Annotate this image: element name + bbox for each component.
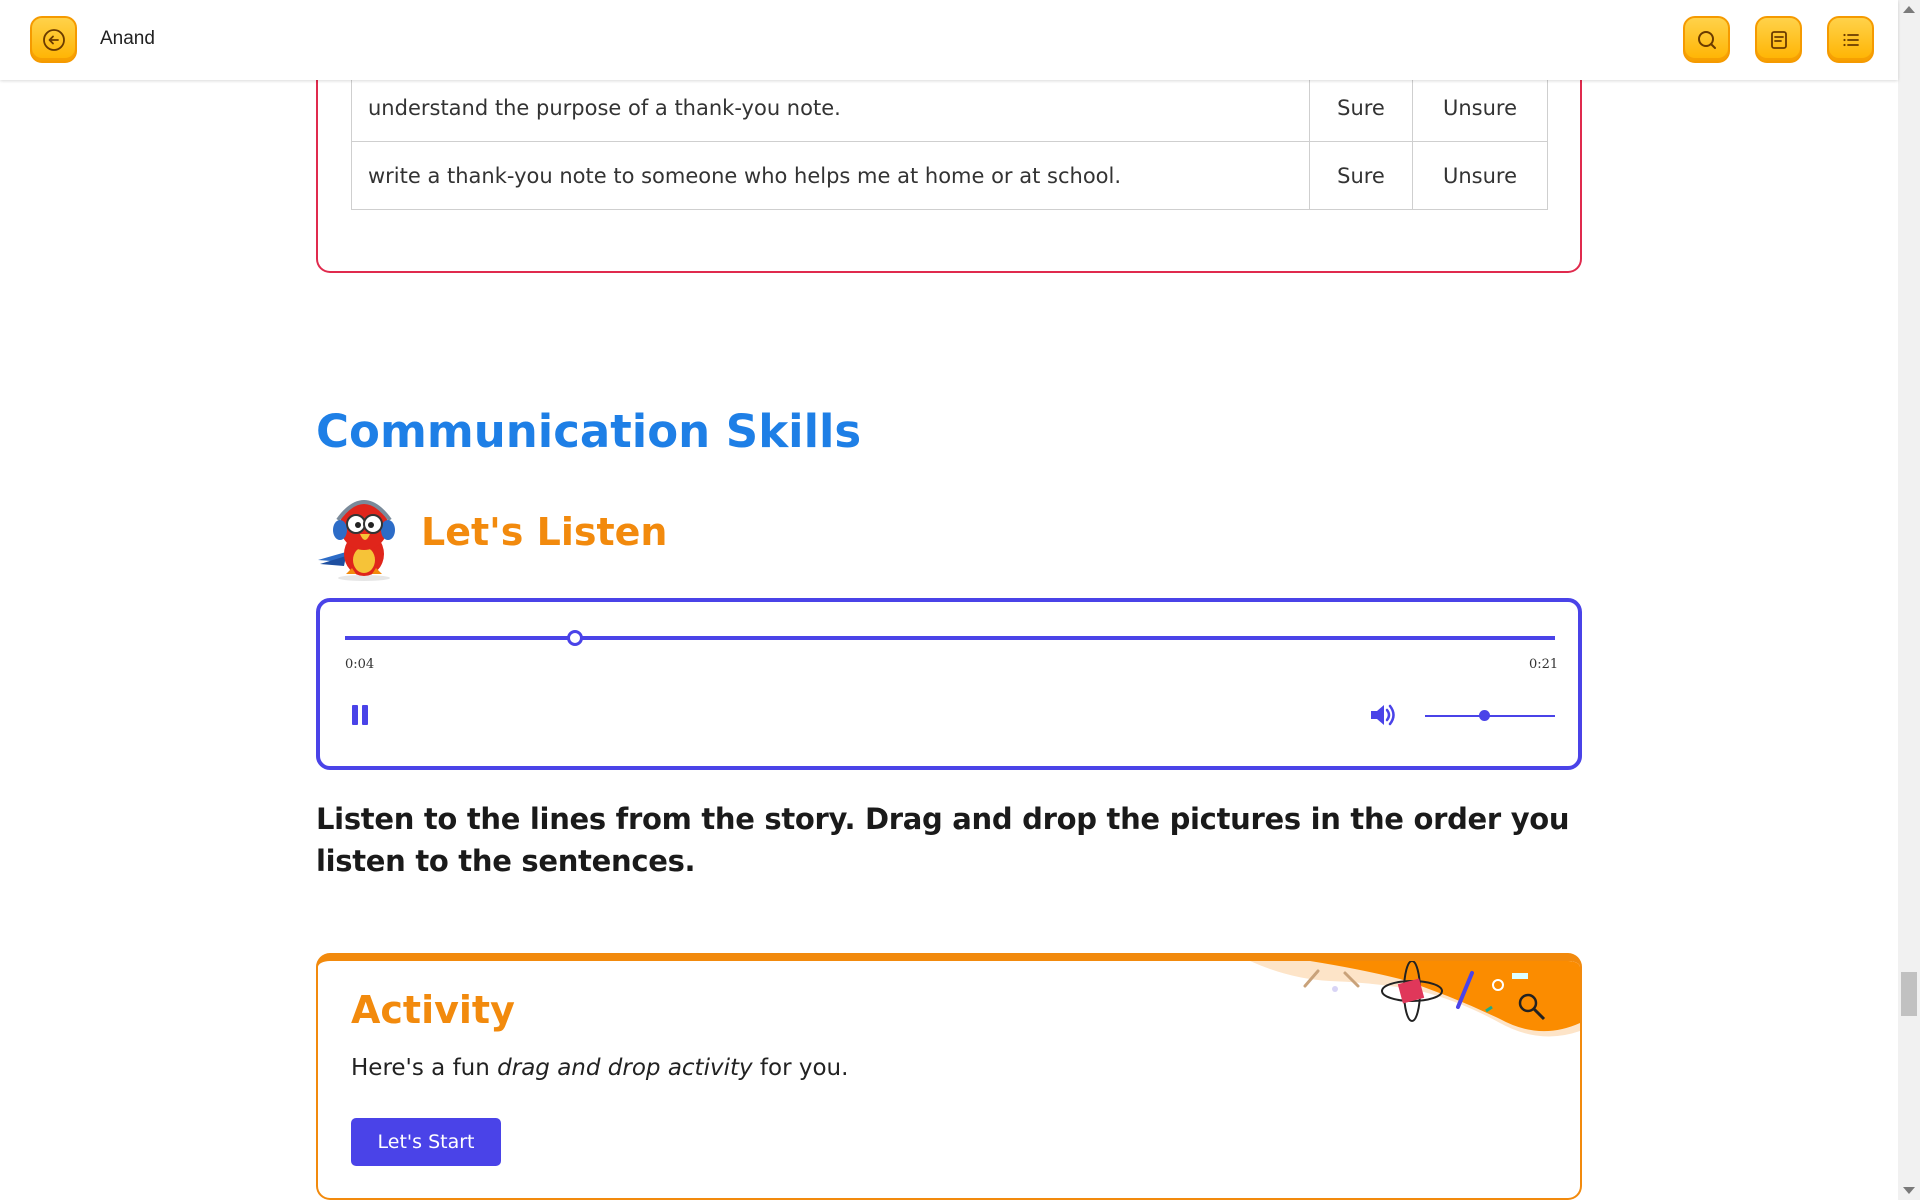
activity-title: Activity [351,988,515,1032]
check-statement: write a thank-you note to someone who he… [351,141,1310,210]
search-icon [1697,30,1716,49]
unsure-option[interactable]: Unsure [1412,141,1548,210]
sure-option[interactable]: Sure [1309,141,1413,210]
audio-seek-bar[interactable] [345,636,1555,640]
parrot-mascot-icon [318,500,395,581]
check-statement: understand the purpose of a thank-you no… [351,73,1310,142]
lets-start-button[interactable]: Let's Start [351,1118,501,1166]
notes-button[interactable] [1755,16,1802,63]
audio-seek-handle[interactable] [566,630,583,646]
sure-option[interactable]: Sure [1309,73,1413,142]
back-button[interactable] [30,16,77,63]
table-row: understand the purpose of a thank-you no… [351,73,1548,142]
menu-button[interactable] [1827,16,1874,63]
pause-icon [362,705,368,725]
notes-icon [1770,30,1787,49]
scroll-down-arrow-icon[interactable] [1903,1187,1915,1194]
activity-text-start: Here's a fun [351,1055,498,1081]
unsure-option[interactable]: Unsure [1412,73,1548,142]
volume-slider-handle[interactable] [1478,710,1490,721]
lets-listen-title: Let's Listen [421,510,668,554]
list-icon [1842,33,1859,46]
volume-icon[interactable] [1368,700,1398,730]
search-button[interactable] [1683,16,1730,63]
duration-time: 0:21 [1529,657,1559,672]
top-header: Anand [0,0,1898,80]
listen-instruction: Listen to the lines from the story. Drag… [316,802,1570,878]
activity-text-emphasis: drag and drop activity [497,1055,753,1081]
pause-button[interactable] [350,703,372,727]
scroll-up-arrow-icon[interactable] [1903,6,1915,13]
current-time: 0:04 [345,657,375,672]
activity-text-end: for you. [752,1055,849,1081]
scrollbar-track[interactable] [1898,0,1920,1200]
activity-description: Here's a fun drag and drop activity for … [351,1055,848,1081]
arrow-left-icon [42,28,65,51]
section-title: Communication Skills [316,405,862,458]
audio-player [316,598,1582,770]
pause-icon [352,705,358,725]
user-name: Anand [100,28,155,49]
scrollbar-thumb[interactable] [1901,972,1917,1016]
volume-slider[interactable] [1425,715,1555,717]
self-check-table: understand the purpose of a thank-you no… [351,73,1548,210]
stationery-decoration-icon [1250,961,1580,1037]
table-row: write a thank-you note to someone who he… [351,141,1548,210]
